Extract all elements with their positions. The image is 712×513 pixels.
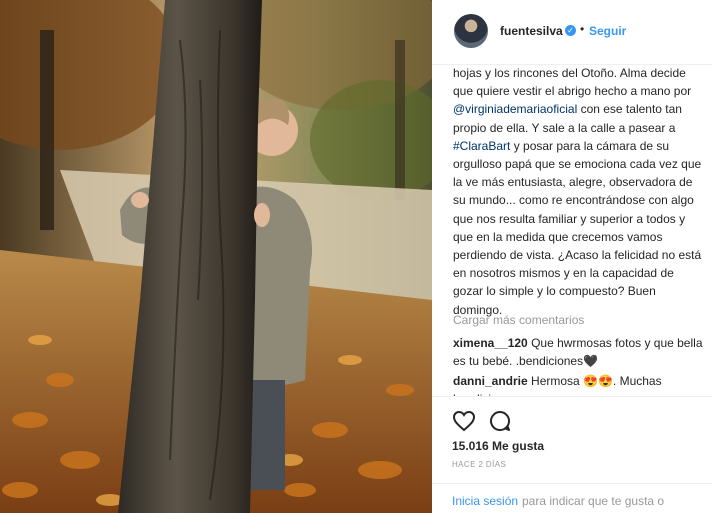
- comment-item: danni_andrie Hermosa 😍😍. Muchas bendicio…: [453, 372, 703, 396]
- follow-button[interactable]: Seguir: [589, 24, 626, 38]
- caption-text-3: y posar para la cámara de su orgulloso p…: [453, 138, 702, 317]
- login-link[interactable]: Inicia sesión: [452, 494, 518, 508]
- comment-username[interactable]: ximena__120: [453, 336, 528, 350]
- comment-username[interactable]: danni_andrie: [453, 374, 528, 388]
- verified-badge-icon: ✓: [565, 25, 576, 36]
- login-prompt: Inicia sesión para indicar que te gusta …: [432, 483, 712, 508]
- post-actions: 15.016 Me gusta HACE 2 DÍAS Inicia sesió…: [432, 396, 712, 511]
- mention-link[interactable]: @virginiademariaoficial: [453, 102, 577, 116]
- avatar[interactable]: [454, 14, 488, 48]
- post-photo[interactable]: [0, 0, 432, 513]
- post-timestamp: HACE 2 DÍAS: [452, 460, 507, 469]
- post-header: fuentesilva ✓ • Seguir: [432, 0, 712, 65]
- post-side-panel: fuentesilva ✓ • Seguir hojas y los rinco…: [432, 0, 712, 513]
- caption-text-1: hojas y los rincones del Otoño. Alma dec…: [453, 66, 692, 99]
- comment-item: ximena__120 Que hwrmosas fotos y que bel…: [453, 334, 703, 370]
- separator-dot: •: [580, 22, 585, 36]
- likes-count[interactable]: 15.016 Me gusta: [452, 439, 544, 453]
- post-caption: hojas y los rincones del Otoño. Alma dec…: [453, 64, 703, 319]
- comment-icon[interactable]: [488, 409, 512, 433]
- hashtag-link[interactable]: #ClaraBart: [453, 139, 510, 153]
- heart-icon[interactable]: [452, 409, 476, 433]
- username[interactable]: fuentesilva: [500, 24, 563, 38]
- autumn-child-photo: [0, 0, 432, 513]
- load-more-comments-button[interactable]: Cargar más comentarios: [453, 313, 584, 327]
- login-prompt-text: para indicar que te gusta o: [522, 494, 665, 508]
